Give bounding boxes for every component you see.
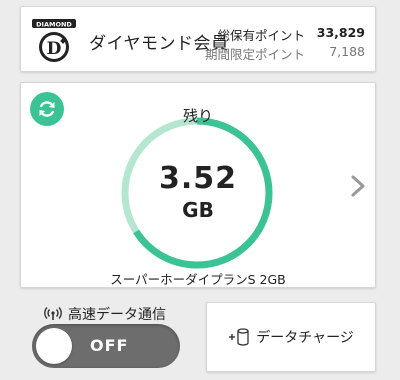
limited-points-value: 7,188 <box>329 44 365 59</box>
limited-points-label: 期間限定ポイント <box>204 47 305 62</box>
highspeed-toggle[interactable]: OFF <box>32 324 180 368</box>
data-charge-label: データチャージ <box>256 330 354 346</box>
data-usage-card[interactable]: 残り 3.52 GB スーパーホーダイプランS 2GB <box>20 82 376 288</box>
remaining-label: 残り <box>182 107 213 125</box>
chevron-right-icon[interactable] <box>347 173 369 199</box>
svg-text:D: D <box>47 39 62 59</box>
total-points-label: 総保有ポイント <box>217 28 305 43</box>
plan-name: スーパーホーダイプランS 2GB <box>110 272 286 287</box>
remaining-amount: 3.52 <box>158 161 238 196</box>
member-card: DIAMOND D ダイヤモンド会員 総保有ポイント 33,829 期間限定ポイ… <box>20 6 376 72</box>
data-charge-button[interactable]: データチャージ <box>206 302 376 372</box>
toggle-knob[interactable] <box>36 328 72 364</box>
remaining-unit: GB <box>182 198 214 222</box>
antenna-signal-icon <box>44 307 62 320</box>
total-points-value: 33,829 <box>316 25 365 40</box>
highspeed-header: 高速データ通信 <box>44 304 166 324</box>
toggle-state-text: OFF <box>90 336 129 355</box>
add-data-icon <box>229 328 249 346</box>
svg-text:DIAMOND: DIAMOND <box>36 21 72 29</box>
highspeed-label: 高速データ通信 <box>68 307 166 323</box>
diamond-badge-icon: DIAMOND D <box>31 17 77 65</box>
